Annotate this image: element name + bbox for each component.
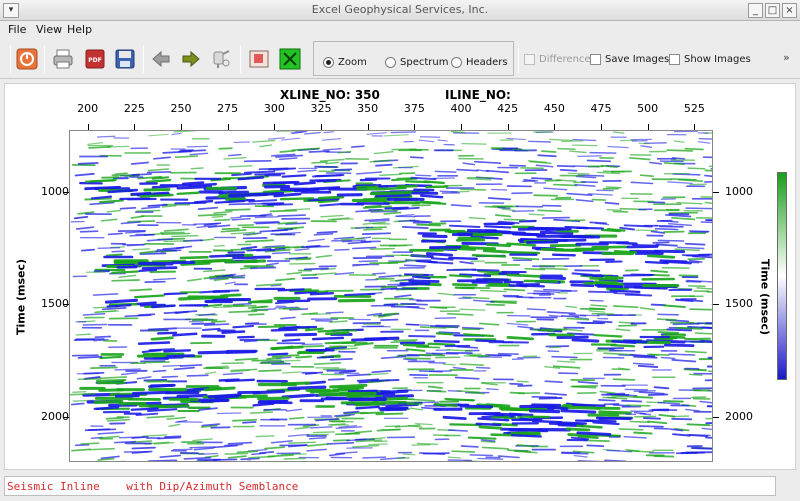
show-images-checkbox[interactable]: Show Images: [669, 52, 751, 66]
y-tick-mark-left: [63, 304, 69, 306]
zoom-radio[interactable]: Zoom: [323, 55, 367, 69]
x-tick-label: 375: [403, 102, 425, 115]
status-text: Seismic Inline with Dip/Azimuth Semblanc…: [7, 480, 299, 493]
printer-icon[interactable]: [52, 48, 74, 70]
amplitude-colorbar: [777, 172, 787, 380]
seismic-section[interactable]: [69, 130, 713, 462]
pdf-icon[interactable]: PDF: [84, 48, 106, 70]
x-tick-mark: [461, 124, 462, 130]
y-tick-label-right: 1000: [725, 184, 753, 198]
image-icon[interactable]: [248, 48, 270, 70]
x-tick-mark: [647, 124, 649, 130]
display-mode-group: Zoom Spectrum Headers: [313, 41, 514, 76]
svg-text:PDF: PDF: [88, 57, 101, 64]
show-images-checkbox-label: Show Images: [684, 53, 751, 65]
x-tick-label: 200: [77, 102, 99, 115]
y-tick-mark-left: [63, 416, 69, 418]
x-tick-mark: [367, 124, 369, 130]
x-tick-label: 225: [123, 102, 145, 115]
x-tick-mark: [227, 124, 229, 130]
x-tick-label: 450: [543, 102, 565, 115]
x-tick-label: 300: [263, 102, 285, 115]
y-tick-mark-right: [713, 416, 719, 418]
y-tick-mark-right: [713, 191, 719, 193]
show-images-checkbox-box[interactable]: [669, 53, 680, 65]
x-tick-label: 525: [683, 102, 705, 115]
title-bar: ▾ Excel Geophysical Services, Inc. _ □ ×: [0, 0, 800, 21]
x-tick-mark: [601, 124, 602, 130]
minimize-button[interactable]: _: [748, 3, 763, 18]
toolbar-separator: [143, 45, 144, 73]
x-tick-label: 400: [450, 102, 472, 115]
x-tick-mark: [694, 124, 696, 130]
save-images-checkbox-label: Save Images: [605, 53, 670, 65]
spectrum-radio[interactable]: Spectrum: [385, 55, 448, 69]
maximize-button[interactable]: □: [765, 3, 780, 18]
x-tick-mark: [87, 124, 89, 130]
y-axis-label-left: Time (msec): [14, 258, 28, 336]
y-tick-label-right: 2000: [725, 409, 753, 423]
toolbar: PDF Zoom Spectrum Headers Difference Sav…: [0, 39, 800, 79]
menu-help[interactable]: Help: [67, 23, 92, 36]
y-tick-label-right: 1500: [725, 297, 753, 311]
save-disk-icon[interactable]: [114, 48, 136, 70]
toolbar-separator: [240, 45, 241, 73]
x-tick-mark: [554, 124, 556, 130]
headers-radio[interactable]: Headers: [451, 55, 508, 69]
arrow-right-icon[interactable]: [180, 48, 202, 70]
spectrum-radio-label: Spectrum: [400, 56, 449, 68]
toolbar-overflow-icon[interactable]: »: [783, 51, 790, 64]
toolbar-separator: [10, 45, 11, 73]
toolbar-separator: [44, 45, 45, 73]
toolbar-separator: [518, 45, 519, 73]
x-tick-label: 275: [217, 102, 239, 115]
x-tick-label: 500: [637, 102, 659, 115]
save-images-checkbox-box[interactable]: [590, 53, 601, 65]
y-axis-label-right: Time (msec): [758, 258, 772, 336]
difference-checkbox-label: Difference: [539, 53, 591, 65]
y-tick-mark-left: [63, 191, 69, 193]
difference-checkbox-box[interactable]: [524, 53, 535, 65]
x-tick-mark: [507, 124, 509, 130]
x-tick-mark: [181, 124, 182, 130]
x-tick-label: 325: [310, 102, 332, 115]
arrow-left-icon[interactable]: [150, 48, 172, 70]
status-field: Seismic Inline with Dip/Azimuth Semblanc…: [4, 476, 776, 496]
menu-view[interactable]: View: [36, 23, 62, 36]
spectrum-radio-dot[interactable]: [385, 56, 396, 68]
x-tick-mark: [321, 124, 322, 130]
x-tick-mark: [274, 124, 276, 130]
x-tick-label: 350: [357, 102, 379, 115]
close-x-icon[interactable]: [279, 48, 301, 70]
x-tick-mark: [134, 124, 136, 130]
probe-icon[interactable]: [210, 48, 232, 70]
iline-label: ILINE_NO:: [445, 88, 511, 102]
y-tick-mark-right: [713, 304, 719, 306]
power-icon[interactable]: [16, 48, 38, 70]
headers-radio-dot[interactable]: [451, 56, 462, 68]
headers-radio-label: Headers: [466, 56, 508, 68]
close-window-button[interactable]: ×: [782, 3, 797, 18]
seismic-canvas: XLINE_NO: 350 ILINE_NO: Time (msec) Time…: [4, 83, 796, 470]
difference-checkbox[interactable]: Difference: [524, 52, 591, 66]
x-tick-label: 250: [170, 102, 192, 115]
save-images-checkbox[interactable]: Save Images: [590, 52, 669, 66]
x-tick-label: 475: [590, 102, 612, 115]
window-title: Excel Geophysical Services, Inc.: [311, 3, 489, 16]
zoom-radio-label: Zoom: [338, 56, 367, 68]
zoom-radio-dot[interactable]: [323, 56, 334, 68]
menu-file[interactable]: File: [8, 23, 26, 36]
x-tick-label: 425: [497, 102, 519, 115]
x-tick-mark: [414, 124, 416, 130]
menu-bar: File View Help: [0, 21, 800, 39]
xline-label: XLINE_NO: 350: [280, 88, 380, 102]
seismic-traces: [70, 131, 712, 461]
